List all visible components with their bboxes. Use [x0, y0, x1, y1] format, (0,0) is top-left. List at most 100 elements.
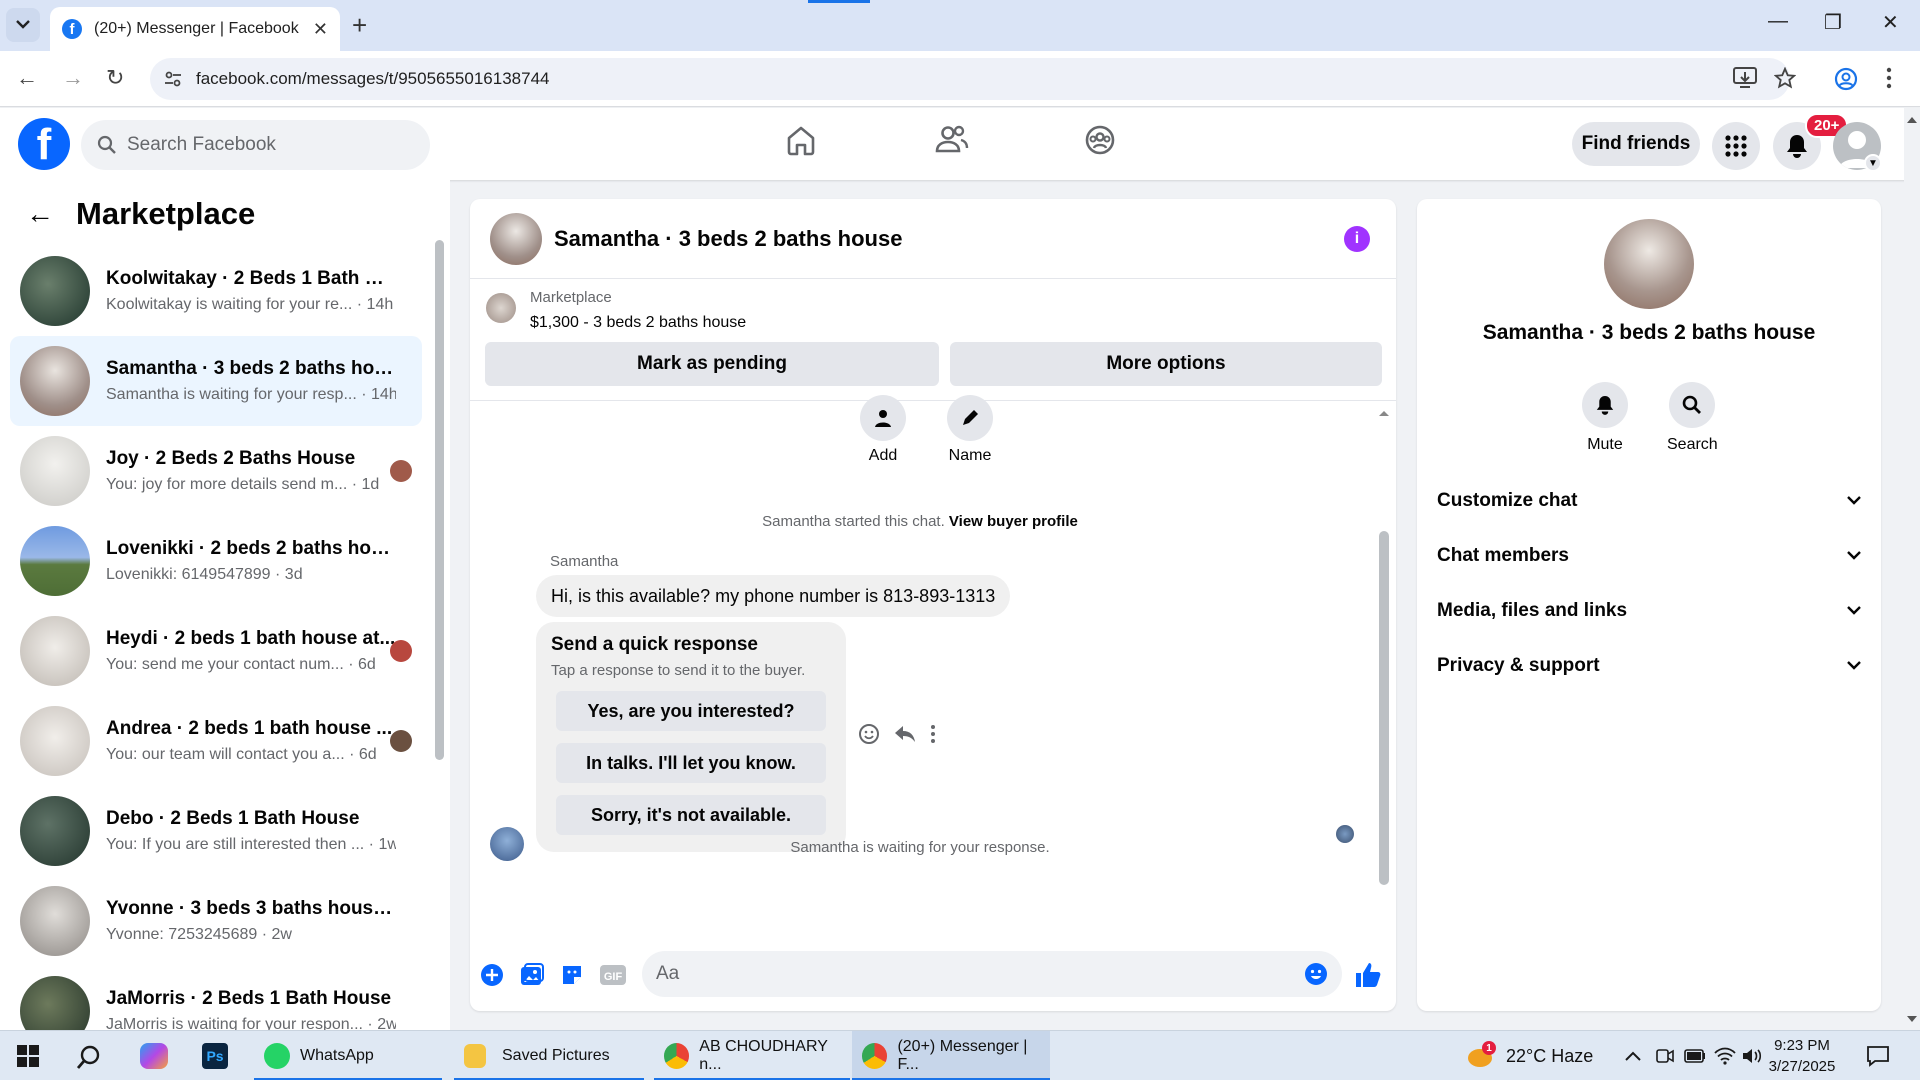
- chat-title[interactable]: Samantha · 3 beds 2 baths house: [554, 226, 902, 252]
- react-emoji-icon[interactable]: [858, 723, 880, 745]
- system-clock[interactable]: 9:23 PM 3/27/2025: [1752, 1035, 1852, 1077]
- conversation-preview: Koolwitakay is waiting for your re... · …: [106, 296, 394, 313]
- install-app-icon[interactable]: [1733, 67, 1757, 89]
- conversation-name: Andrea · 2 beds 1 bath house ...: [106, 718, 393, 739]
- meet-now-icon[interactable]: [1656, 1047, 1674, 1065]
- copilot-icon[interactable]: [140, 1043, 168, 1069]
- browser-menu-icon[interactable]: [1886, 67, 1892, 89]
- bell-icon: [1787, 135, 1807, 158]
- info-icon[interactable]: i: [1344, 226, 1370, 252]
- conversation-preview: You: send me your contact num... · 6d: [106, 656, 376, 673]
- conversation-item-active[interactable]: Samantha · 3 beds 2 baths house Samantha …: [10, 336, 422, 426]
- privacy-support-section[interactable]: Privacy & support: [1437, 646, 1861, 686]
- gif-icon[interactable]: GIF: [600, 965, 626, 985]
- scroll-up-arrow-icon[interactable]: [1378, 409, 1390, 417]
- close-window-button[interactable]: ✕: [1882, 10, 1899, 35]
- add-person-icon: [875, 410, 891, 427]
- forward-button[interactable]: →: [62, 65, 84, 91]
- conversation-item[interactable]: Debo · 2 Beds 1 Bath House You: If you ar…: [10, 786, 422, 876]
- site-settings-icon[interactable]: [164, 70, 182, 88]
- weather-widget[interactable]: 1 22°C Haze: [1468, 1031, 1593, 1080]
- account-chevron-icon[interactable]: ▼: [1864, 154, 1882, 172]
- conversation-item[interactable]: Lovenikki · 2 beds 2 baths house... Loven…: [10, 516, 422, 606]
- clock-time: 9:23 PM: [1774, 1037, 1830, 1054]
- scrollbar-thumb[interactable]: [1379, 531, 1389, 885]
- browser-toolbar: ← → ↻ facebook.com/messages/t/9505655016…: [0, 51, 1920, 107]
- chat-avatar[interactable]: [490, 212, 542, 265]
- conversation-item[interactable]: Yvonne · 3 beds 3 baths house a... Yvonne…: [10, 876, 422, 966]
- tab-search-button[interactable]: [6, 8, 40, 42]
- photo-icon[interactable]: [520, 963, 544, 987]
- plus-circle-icon[interactable]: [480, 963, 504, 987]
- listing-thumbnail: [20, 706, 90, 776]
- photoshop-icon[interactable]: Ps: [202, 1043, 228, 1069]
- quick-response-button[interactable]: Sorry, it's not available.: [556, 795, 826, 835]
- groups-icon[interactable]: [1084, 124, 1116, 156]
- message-input[interactable]: [656, 963, 1276, 985]
- name-action[interactable]: Name: [947, 395, 993, 465]
- tab-close-icon[interactable]: ✕: [313, 19, 328, 40]
- like-thumbs-up-icon[interactable]: [1354, 961, 1382, 989]
- page-scrollbar[interactable]: [1904, 108, 1920, 1030]
- facebook-logo-icon[interactable]: f: [18, 118, 70, 170]
- mute-action[interactable]: Mute: [1582, 382, 1628, 454]
- taskbar-messenger-window[interactable]: (20+) Messenger | F...: [852, 1031, 1050, 1080]
- more-vertical-icon[interactable]: [930, 724, 936, 744]
- add-action[interactable]: Add: [860, 395, 906, 465]
- conversation-item[interactable]: Andrea · 2 beds 1 bath house ... You: our…: [10, 696, 422, 786]
- conversation-item[interactable]: Heydi · 2 beds 1 bath house at... You: se…: [10, 606, 422, 696]
- more-options-button[interactable]: More options: [950, 342, 1382, 386]
- reply-icon[interactable]: [894, 724, 916, 744]
- listing-summary[interactable]: Marketplace $1,300 - 3 beds 2 baths hous…: [486, 289, 746, 332]
- chevron-down-icon: [1847, 606, 1861, 615]
- weather-badge: 1: [1482, 1041, 1496, 1055]
- facebook-search-input[interactable]: [127, 134, 397, 156]
- back-button[interactable]: ←: [16, 65, 38, 91]
- contact-avatar[interactable]: [1604, 219, 1694, 309]
- chevron-up-icon[interactable]: [1625, 1051, 1641, 1061]
- facebook-search[interactable]: [81, 120, 430, 170]
- search-action[interactable]: Search: [1667, 382, 1718, 454]
- menu-grid-button[interactable]: [1712, 122, 1760, 170]
- new-tab-button[interactable]: +: [352, 10, 367, 41]
- wifi-icon[interactable]: [1714, 1047, 1736, 1065]
- chevron-down-icon: [1847, 661, 1861, 670]
- windows-start-icon[interactable]: [17, 1045, 39, 1067]
- incoming-message-bubble[interactable]: Hi, is this available? my phone number i…: [536, 575, 1011, 617]
- notification-center-icon[interactable]: [1866, 1045, 1890, 1067]
- chat-members-section[interactable]: Chat members: [1437, 536, 1861, 576]
- scroll-up-arrow-icon[interactable]: [1907, 116, 1917, 123]
- taskbar-whatsapp[interactable]: WhatsApp: [254, 1031, 442, 1080]
- message-input-field[interactable]: [642, 951, 1342, 997]
- customize-chat-section[interactable]: Customize chat: [1437, 481, 1861, 521]
- chat-scrollbar[interactable]: [1378, 409, 1390, 929]
- search-icon[interactable]: [76, 1044, 102, 1070]
- sticker-icon[interactable]: [560, 963, 584, 987]
- battery-icon[interactable]: [1684, 1049, 1706, 1063]
- back-arrow-icon[interactable]: ←: [26, 198, 54, 230]
- view-buyer-profile-link[interactable]: View buyer profile: [949, 513, 1078, 530]
- conversation-item[interactable]: Joy · 2 Beds 2 Baths House You: joy for m…: [10, 426, 422, 516]
- quick-response-button[interactable]: Yes, are you interested?: [556, 691, 826, 731]
- scroll-down-arrow-icon[interactable]: [1907, 1016, 1917, 1023]
- media-files-links-section[interactable]: Media, files and links: [1437, 591, 1861, 631]
- listing-thumbnail: [20, 886, 90, 956]
- profile-icon[interactable]: [1834, 67, 1858, 91]
- taskbar-saved-pictures[interactable]: Saved Pictures: [454, 1031, 644, 1080]
- emoji-icon[interactable]: [1304, 962, 1328, 986]
- scrollbar-thumb[interactable]: [435, 240, 444, 760]
- mark-as-pending-button[interactable]: Mark as pending: [485, 342, 939, 386]
- bookmark-star-icon[interactable]: [1774, 67, 1796, 89]
- friends-icon[interactable]: [935, 124, 969, 156]
- browser-tab-messenger[interactable]: f (20+) Messenger | Facebook ✕: [50, 7, 340, 51]
- reload-button[interactable]: ↻: [106, 65, 124, 91]
- find-friends-button[interactable]: Find friends: [1572, 122, 1700, 166]
- address-bar[interactable]: facebook.com/messages/t/9505655016138744: [150, 58, 1790, 100]
- taskbar-chrome-profile[interactable]: AB CHOUDHARY n...: [654, 1031, 850, 1080]
- minimize-button[interactable]: —: [1768, 10, 1788, 33]
- restore-button[interactable]: ❐: [1824, 10, 1842, 35]
- conversation-item[interactable]: Koolwitakay · 2 Beds 1 Bath House Koolwit…: [10, 246, 422, 336]
- sidebar-scrollbar[interactable]: [434, 240, 444, 1010]
- home-icon[interactable]: [785, 124, 817, 156]
- quick-response-button[interactable]: In talks. I'll let you know.: [556, 743, 826, 783]
